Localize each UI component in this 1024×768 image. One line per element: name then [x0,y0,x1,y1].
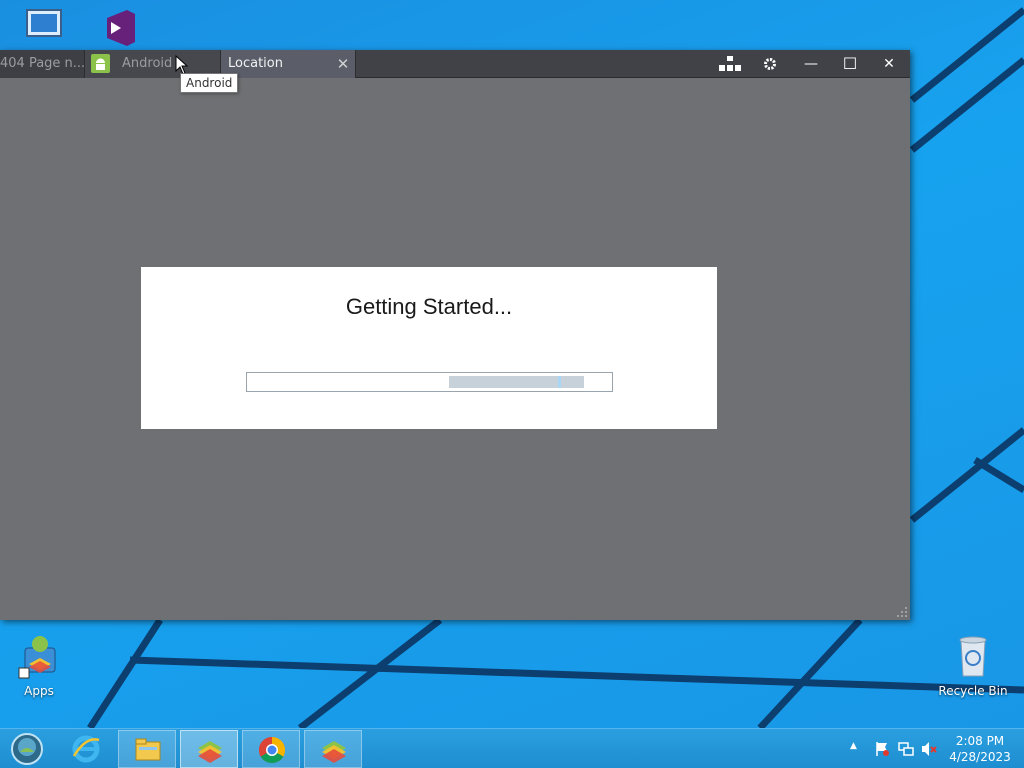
taskbar-ie-button[interactable] [57,730,115,768]
recycle-bin-desktop-icon[interactable]: Recycle Bin [938,632,1008,698]
visual-studio-icon [107,10,135,46]
window-titlebar[interactable]: 404 Page n... Android Location ✕ — ☐ ✕ [0,50,910,78]
gear-icon [764,58,776,70]
settings-button[interactable] [751,50,789,78]
clock-time: 2:08 PM [955,734,1005,748]
apps-icon [18,636,56,679]
taskbar-explorer-button[interactable] [118,730,176,768]
resize-grip-icon[interactable] [896,606,908,618]
android-icon [91,54,110,73]
app-window: 404 Page n... Android Location ✕ — ☐ ✕ G… [0,50,910,620]
recycle-bin-icon [959,636,987,677]
bluestacks-icon [322,741,346,763]
tab-label: Android [122,56,173,71]
close-button[interactable]: ✕ [870,50,908,78]
recycle-bin-label: Recycle Bin [938,684,1008,698]
progress-glint [558,376,561,388]
mouse-cursor-icon [175,55,189,75]
apps-desktop-icon[interactable]: Apps [4,632,74,698]
progress-bar [246,372,613,392]
taskbar-bluestacks-button[interactable] [180,730,238,768]
file-explorer-icon [135,738,161,761]
monitor-icon [26,9,62,37]
taskbar-bluestacks2-button[interactable] [304,730,362,768]
keymap-icon [719,56,741,71]
taskbar: ▲ 2:08 PM 4/28/2023 [0,728,1024,768]
maximize-icon: ☐ [842,54,858,73]
tab-404-page[interactable]: 404 Page n... [0,50,85,78]
keymap-button[interactable] [711,50,749,78]
network-icon[interactable] [898,741,914,757]
minimize-icon: — [804,56,818,72]
tab-close-icon[interactable]: ✕ [335,50,351,78]
apps-label: Apps [24,684,54,698]
minimize-button[interactable]: — [792,50,830,78]
tab-tooltip: Android [180,73,239,93]
start-button[interactable] [8,732,46,766]
action-center-flag-icon[interactable] [874,741,890,757]
chrome-icon [258,736,286,764]
bluestacks-icon [198,741,222,763]
taskbar-clock[interactable]: 2:08 PM 4/28/2023 [944,733,1016,765]
tab-location[interactable]: Location ✕ [221,50,356,78]
progress-fill [449,376,584,388]
maximize-button[interactable]: ☐ [831,50,869,78]
start-orb-icon [11,733,43,765]
volume-muted-icon[interactable] [921,741,937,757]
close-icon: ✕ [883,56,895,72]
loading-title: Getting Started... [345,294,513,319]
internet-explorer-icon [72,735,100,763]
clock-date: 4/28/2023 [949,750,1011,764]
tab-label: 404 Page n... [0,56,85,71]
taskbar-chrome-button[interactable] [242,730,300,768]
loading-dialog: Getting Started... [141,267,717,429]
tray-chevron-icon[interactable]: ▲ [850,741,857,768]
